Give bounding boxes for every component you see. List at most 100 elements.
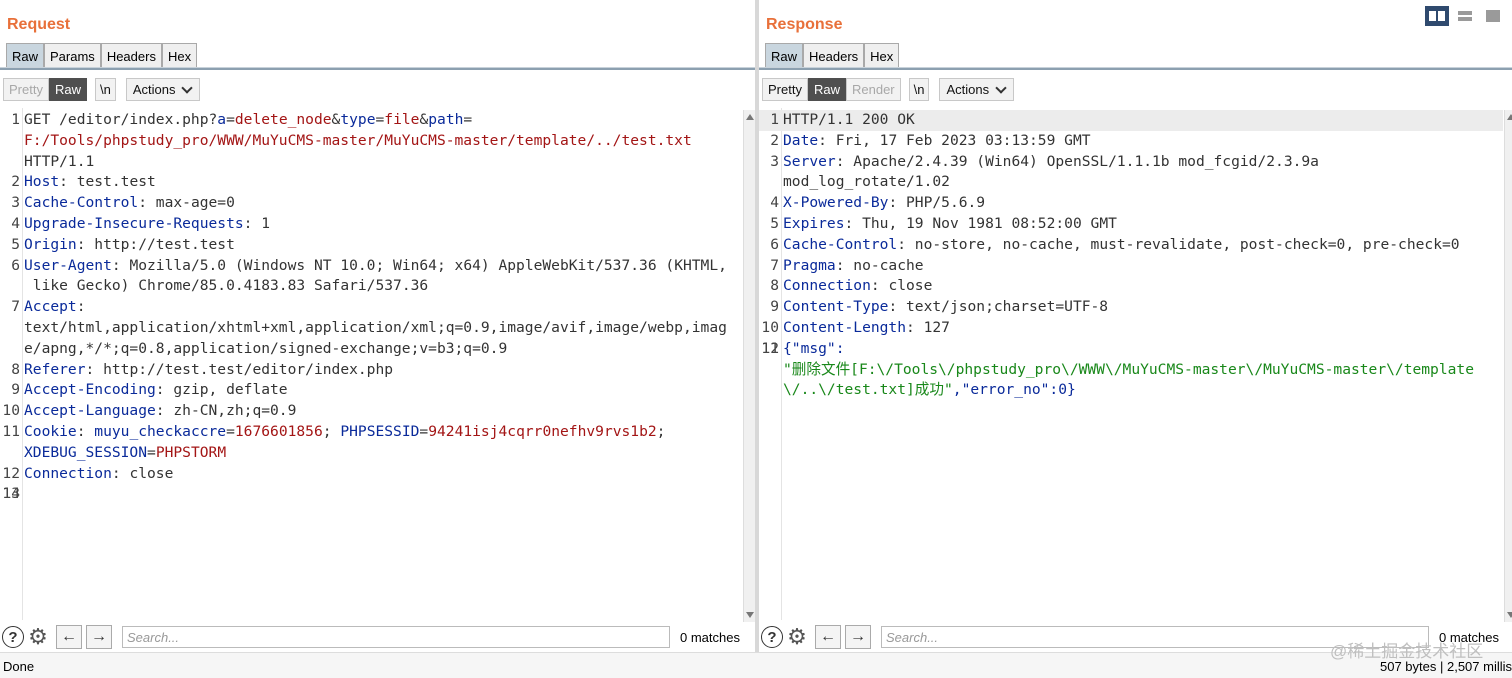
request-match-count: 0 matches xyxy=(680,629,740,645)
prev-match-button[interactable]: ← xyxy=(815,625,841,649)
pretty-button[interactable]: Pretty xyxy=(762,78,808,101)
line-number: 1 xyxy=(770,111,779,128)
code-token: : Mozilla/5.0 (Windows NT 10.0; Win64; x… xyxy=(111,256,727,274)
code-token: = xyxy=(226,422,235,440)
code-line: \/..\/test.txt]成功","error_no":0} xyxy=(759,380,1503,401)
next-match-button[interactable]: → xyxy=(845,625,871,649)
line-number: 10 xyxy=(2,402,20,420)
code-token: : http://test.test xyxy=(76,235,235,253)
code-line: 4 X-Powered-By: PHP/5.6.9 xyxy=(759,193,1503,214)
code-token: muyu_checkaccre xyxy=(94,422,227,440)
code-token: Server xyxy=(783,152,836,170)
layout-tabs-icon[interactable] xyxy=(1481,6,1505,26)
line-number: 8 xyxy=(11,360,20,378)
code-line: F:/Tools/phpstudy_pro/WWW/MuYuCMS-master… xyxy=(0,131,742,152)
response-scrollbar[interactable] xyxy=(1504,110,1512,622)
help-icon[interactable]: ? xyxy=(761,626,783,648)
code-token: 94241isj4cqrr0nefhv9rvs1b2 xyxy=(428,422,657,440)
line-number: 4 xyxy=(770,194,779,212)
tab-hex[interactable]: Hex xyxy=(864,43,900,68)
code-token: : zh-CN,zh;q=0.9 xyxy=(155,402,297,420)
layout-switcher xyxy=(1425,6,1505,26)
tab-headers[interactable]: Headers xyxy=(100,43,162,68)
tab-headers[interactable]: Headers xyxy=(803,43,865,68)
line-number: 9 xyxy=(770,298,779,316)
request-scrollbar[interactable] xyxy=(743,110,755,622)
code-token: Content-Type xyxy=(783,298,889,316)
pretty-button[interactable]: Pretty xyxy=(3,78,49,101)
request-search-bar: ? ⚙ ← → 0 matches xyxy=(0,624,755,650)
code-line: 7 Accept: xyxy=(0,297,742,318)
layout-side-by-side-icon[interactable] xyxy=(1425,6,1449,26)
response-pane: Response Raw Headers Hex Pretty Raw Rend… xyxy=(759,0,1512,652)
tab-params[interactable]: Params xyxy=(44,43,101,68)
line-number: 12 xyxy=(761,339,779,357)
code-token: a xyxy=(217,111,227,128)
layout-stacked-icon[interactable] xyxy=(1453,6,1477,26)
request-code: 1 GET /editor/index.php?a=delete_node&typ… xyxy=(0,110,742,502)
code-token: e/apng,*/*;q=0.8,application/signed-exch… xyxy=(24,339,508,357)
watermark: @稀土掘金技术社区 xyxy=(1330,642,1484,661)
request-toolbar: Pretty Raw \n Actions xyxy=(3,78,201,101)
scroll-up-icon[interactable] xyxy=(746,114,754,120)
line-number: 3 xyxy=(11,194,20,212)
request-editor[interactable]: 1 GET /editor/index.php?a=delete_node&typ… xyxy=(0,108,742,620)
response-editor[interactable]: 1 HTTP/1.1 200 OK 2 Date: Fri, 17 Feb 2023 … xyxy=(759,108,1503,620)
line-number: 10 xyxy=(761,318,779,336)
gear-icon[interactable]: ⚙ xyxy=(785,624,809,649)
code-line: 3 Cache-Control: max-age=0 xyxy=(0,193,742,214)
code-token: : Apache/2.4.39 (Win64) OpenSSL/1.1.1b m… xyxy=(835,152,1319,170)
line-number: 3 xyxy=(770,152,779,170)
code-line: 5 Origin: http://test.test xyxy=(0,235,742,256)
tab-raw[interactable]: Raw xyxy=(6,43,45,68)
newline-toggle-button[interactable]: \n xyxy=(908,78,930,101)
response-toolbar: Pretty Raw Render \n Actions xyxy=(762,78,1015,101)
next-match-button[interactable]: → xyxy=(86,625,112,649)
actions-menu-button[interactable]: Actions xyxy=(125,78,201,101)
code-line: 8 Connection: close xyxy=(759,276,1503,297)
code-line: 10 Content-Length: 127 xyxy=(759,318,1503,339)
code-token: file xyxy=(384,111,420,128)
code-token: : xyxy=(76,422,95,440)
actions-label: Actions xyxy=(946,82,990,97)
request-search-input[interactable] xyxy=(122,626,670,648)
line-number: 12 xyxy=(2,464,20,482)
render-button[interactable]: Render xyxy=(845,78,901,101)
code-token: User-Agent xyxy=(24,256,112,274)
code-token: Cache-Control xyxy=(24,194,139,212)
tab-hex[interactable]: Hex xyxy=(161,43,198,68)
code-line: e/apng,*/*;q=0.8,application/signed-exch… xyxy=(0,339,742,360)
line-number: 5 xyxy=(11,235,20,253)
request-tabs: Raw Params Headers Hex xyxy=(6,43,198,68)
code-token: : max-age=0 xyxy=(138,194,235,212)
line-number: 7 xyxy=(770,256,779,274)
code-token: PHPSESSID xyxy=(340,422,420,440)
code-token: Connection xyxy=(783,277,871,295)
code-token: Upgrade-Insecure-Requests xyxy=(24,214,244,232)
code-line: 6 User-Agent: Mozilla/5.0 (Windows NT 10.… xyxy=(0,256,742,277)
code-token: path xyxy=(428,111,464,128)
code-line: 5 Expires: Thu, 19 Nov 1981 08:52:00 GMT xyxy=(759,214,1503,235)
code-token: mod_log_rotate/1.02 xyxy=(783,173,950,191)
raw-button[interactable]: Raw xyxy=(48,78,87,101)
newline-toggle-button[interactable]: \n xyxy=(94,78,116,101)
scroll-down-icon[interactable] xyxy=(1507,612,1512,618)
help-icon[interactable]: ? xyxy=(2,626,24,648)
scroll-down-icon[interactable] xyxy=(746,612,754,618)
tab-raw[interactable]: Raw xyxy=(765,43,804,68)
prev-match-button[interactable]: ← xyxy=(56,625,82,649)
code-line: 9 Content-Type: text/json;charset=UTF-8 xyxy=(759,297,1503,318)
code-token: = xyxy=(419,422,429,440)
code-line: 6 Cache-Control: no-store, no-cache, must… xyxy=(759,235,1503,256)
actions-menu-button[interactable]: Actions xyxy=(939,78,1015,101)
line-number: 7 xyxy=(11,298,20,316)
code-token: ,"error_no":0} xyxy=(952,381,1076,399)
gear-icon[interactable]: ⚙ xyxy=(26,624,50,649)
raw-button[interactable]: Raw xyxy=(807,78,846,101)
code-token: Connection xyxy=(24,464,112,482)
code-line: 1 GET /editor/index.php?a=delete_node&typ… xyxy=(0,110,742,131)
line-number: 2 xyxy=(770,131,779,149)
code-token: PHPSTORM xyxy=(155,443,227,461)
scroll-up-icon[interactable] xyxy=(1507,114,1512,120)
request-pane: Request Raw Params Headers Hex Pretty Ra… xyxy=(0,0,755,652)
